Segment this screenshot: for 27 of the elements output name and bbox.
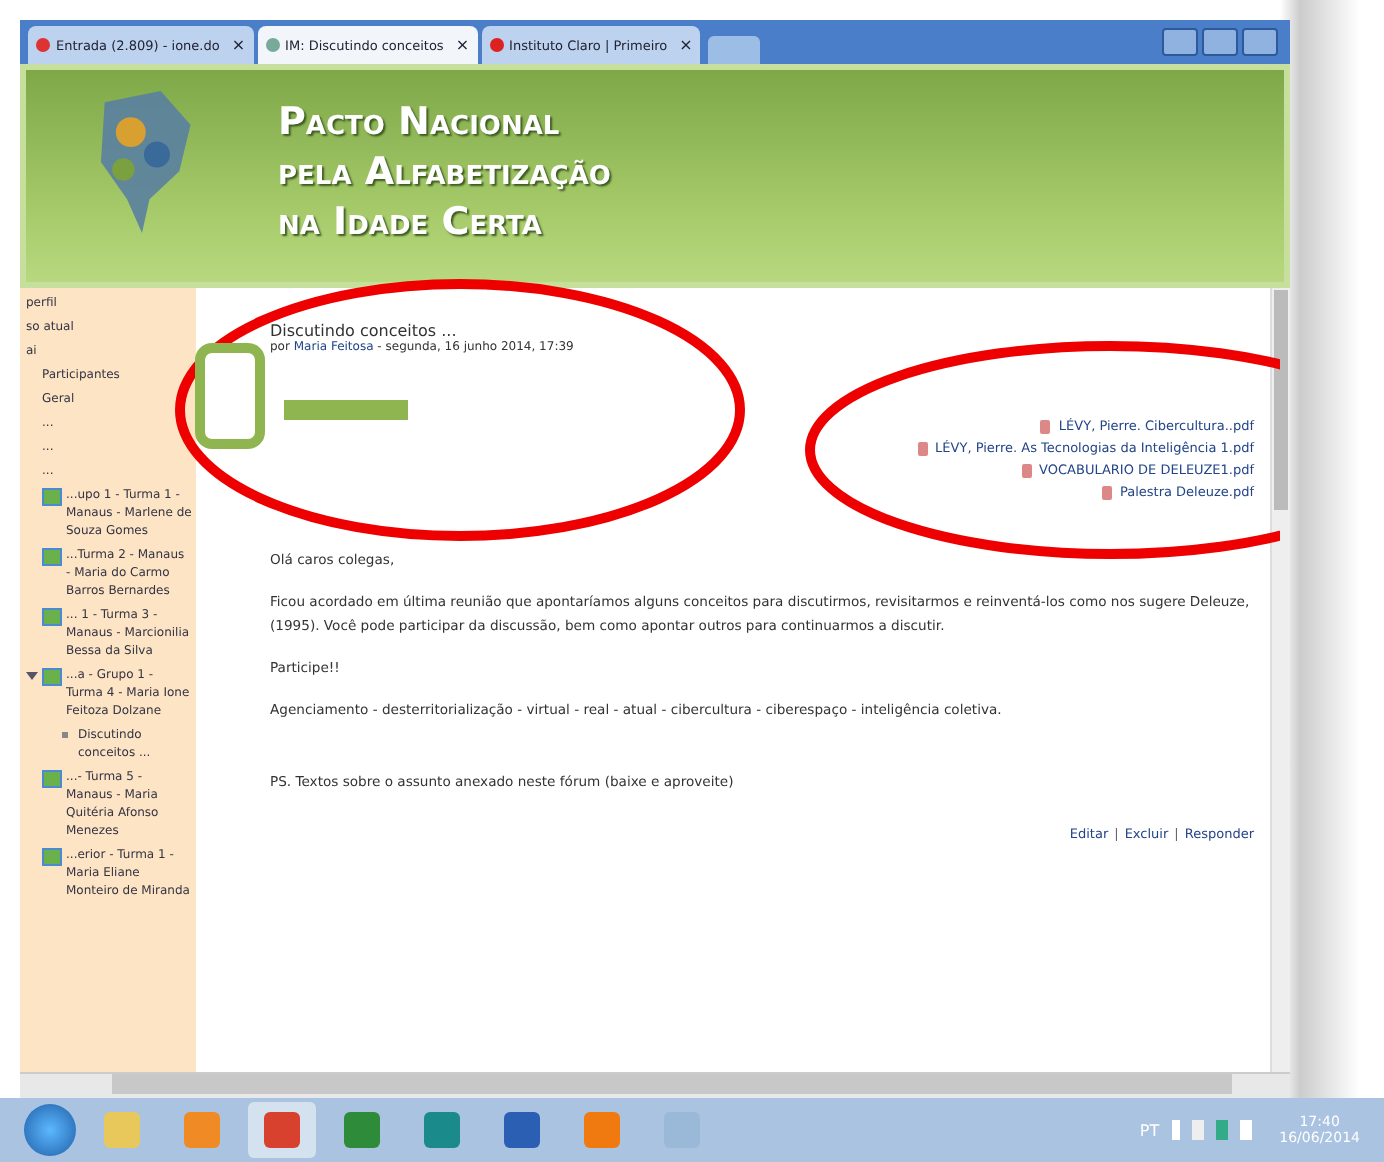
close-icon[interactable]: × xyxy=(231,36,246,54)
forum-icon xyxy=(42,668,62,686)
pdf-icon xyxy=(1040,419,1051,433)
pdf-icon xyxy=(917,441,928,455)
annotation-bar xyxy=(284,400,408,420)
close-icon[interactable]: × xyxy=(679,36,693,54)
pdf-icon xyxy=(1021,463,1032,477)
banner-title: Pacto Nacional xyxy=(278,98,562,148)
minimize-button[interactable] xyxy=(1162,28,1198,56)
banner-title: pela Alfabetização xyxy=(278,148,611,198)
banner-title: na Idade Certa xyxy=(278,198,544,248)
maximize-button[interactable] xyxy=(1202,28,1238,56)
forum-icon xyxy=(42,608,62,626)
pdf-icon xyxy=(1101,485,1112,499)
close-icon[interactable]: × xyxy=(455,36,470,54)
start-button[interactable] xyxy=(24,1104,76,1156)
close-button[interactable] xyxy=(1242,28,1278,56)
forum-icon xyxy=(42,848,62,866)
vertical-scrollbar[interactable] xyxy=(1270,288,1290,1072)
forum-icon xyxy=(42,548,62,566)
new-tab-button[interactable] xyxy=(708,36,761,64)
horizontal-scrollbar[interactable] xyxy=(20,1072,1290,1098)
bullet-icon xyxy=(62,732,68,738)
browser-app-button[interactable] xyxy=(248,1102,316,1158)
post-subject: Discutindo conceitos ... xyxy=(270,322,459,340)
forum-icon xyxy=(42,770,62,788)
forum-icon xyxy=(42,488,62,506)
